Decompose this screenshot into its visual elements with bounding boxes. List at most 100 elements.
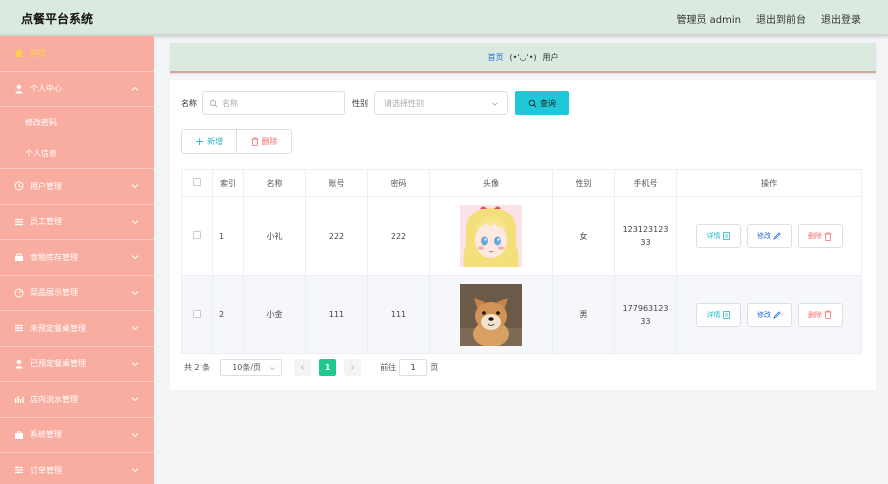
admin-user-link[interactable]: 管理员 admin <box>676 11 741 26</box>
sidebar-item-order-management[interactable]: 订单管理 <box>0 453 154 484</box>
row-checkbox[interactable] <box>193 309 201 318</box>
page-size-value: 10条/页 <box>232 363 262 372</box>
cell-gender: 女 <box>552 196 615 276</box>
sidebar-item-label: 个人中心 <box>30 84 62 94</box>
cell-gender: 男 <box>552 275 615 354</box>
sidebar-item-food-inventory[interactable]: 食物库存管理 <box>0 240 154 276</box>
users-table: 索引 名称 账号 密码 头像 性别 手机号 操作 1 小礼 222 222 女 … <box>181 169 862 354</box>
sidebar-item-unreserved-tables[interactable]: 未预定餐桌管理 <box>0 311 154 347</box>
chevron-down-icon <box>131 468 139 473</box>
back-to-frontend-link[interactable]: 退出到前台 <box>756 11 806 26</box>
table-row: 2 小金 111 111 男 177963123 33 详情 修改 删除 <box>181 275 862 354</box>
add-button[interactable]: + 新增 <box>181 129 237 154</box>
sidebar-item-system-management[interactable]: 系统管理 <box>0 418 154 453</box>
batch-delete-button[interactable]: 删除 <box>237 129 292 154</box>
cell-account: 111 <box>305 275 368 354</box>
detail-button-label: 详情 <box>706 310 721 319</box>
breadcrumb-current: 用户 <box>542 52 559 62</box>
goto-label: 前往 <box>380 363 397 372</box>
batch-delete-label: 删除 <box>261 137 278 146</box>
home-icon <box>14 48 24 58</box>
sidebar-item-dish-display[interactable]: 菜品展示管理 <box>0 276 154 311</box>
breadcrumb-home-link[interactable]: 首页 <box>487 52 503 63</box>
header-index: 索引 <box>212 169 244 197</box>
phone-line: 33 <box>640 316 651 326</box>
chevron-down-icon <box>131 219 139 224</box>
top-links: 管理员 admin 退出到前台 退出登录 <box>676 11 861 26</box>
sidebar-subitem-change-password[interactable]: 修改密码 <box>0 107 154 138</box>
bar-chart-icon <box>14 394 24 404</box>
cell-index: 1 <box>212 196 244 276</box>
list-icon <box>14 217 24 227</box>
chevron-down-icon <box>131 184 139 189</box>
gender-select[interactable]: 请选择性别 <box>374 91 508 115</box>
edit-icon <box>773 232 781 240</box>
sidebar-item-personal-center[interactable]: 个人中心 <box>0 72 154 107</box>
cell-phone: 177963123 33 <box>614 275 677 354</box>
gender-label: 性别 <box>352 98 368 108</box>
page-number-current[interactable]: 1 <box>319 359 337 376</box>
phone-line: 123123123 <box>622 225 669 234</box>
phone-line: 177963123 <box>622 303 669 313</box>
anime-girl-avatar[interactable] <box>460 205 522 267</box>
detail-button[interactable]: 详情 <box>695 224 741 248</box>
query-button[interactable]: 查询 <box>515 91 569 115</box>
edit-button[interactable]: 修改 <box>746 224 792 248</box>
main-panel: 名称 名称 性别 请选择性别 查询 + 新增 删除 索引 名称 账号 密码 头像… <box>170 80 876 390</box>
sidebar-item-label: 菜品展示管理 <box>30 288 78 298</box>
document-icon <box>722 232 730 240</box>
chevron-down-icon <box>131 432 139 437</box>
trash-icon <box>824 232 832 241</box>
next-page-button[interactable] <box>344 359 362 376</box>
row-checkbox[interactable] <box>193 231 201 239</box>
sidebar-item-label: 用户管理 <box>30 181 62 191</box>
query-button-label: 查询 <box>540 98 556 108</box>
sidebar-item-label: 已预定餐桌管理 <box>30 359 86 369</box>
chevron-down-icon <box>131 397 139 402</box>
sidebar-item-reserved-tables[interactable]: 已预定餐桌管理 <box>0 347 154 382</box>
cell-name: 小金 <box>243 275 306 354</box>
delete-button[interactable]: 删除 <box>797 302 843 327</box>
delete-button[interactable]: 删除 <box>797 224 843 248</box>
page-size-select[interactable]: 10条/页 <box>220 359 283 376</box>
top-bar: 点餐平台系统 管理员 admin 退出到前台 退出登录 <box>0 0 888 36</box>
box-icon <box>14 252 24 262</box>
cell-index: 2 <box>212 275 244 354</box>
search-row: 名称 名称 性别 请选择性别 查询 <box>181 91 569 115</box>
breadcrumb: 首页 (•'◡'•) 用户 <box>170 43 876 73</box>
chevron-up-icon <box>131 86 139 91</box>
phone-line: 33 <box>640 238 651 247</box>
detail-button[interactable]: 详情 <box>695 302 741 327</box>
header-password: 密码 <box>367 169 430 197</box>
cell-name: 小礼 <box>243 196 306 276</box>
header-avatar: 头像 <box>429 169 553 197</box>
add-button-label: 新增 <box>207 137 224 146</box>
list-icon <box>14 323 24 333</box>
row-select-cell[interactable] <box>181 196 213 276</box>
search-icon <box>528 99 537 107</box>
shiba-dog-avatar[interactable] <box>460 283 522 346</box>
cell-actions: 详情 修改 删除 <box>676 196 862 276</box>
cell-actions: 详情 修改 删除 <box>676 275 862 354</box>
select-all-cell[interactable] <box>181 169 213 197</box>
header-gender: 性别 <box>552 169 615 197</box>
table-row: 1 小礼 222 222 女 123123123 33 详情 修改 删除 <box>181 196 862 276</box>
pagination-total: 共 2 条 <box>184 363 211 372</box>
chevron-left-icon <box>301 365 305 370</box>
clock-icon <box>14 181 24 191</box>
name-search-input[interactable]: 名称 <box>202 91 345 115</box>
sidebar-item-staff-management[interactable]: 员工管理 <box>0 205 154 240</box>
edit-button[interactable]: 修改 <box>746 302 792 327</box>
chevron-down-icon <box>492 102 498 106</box>
row-select-cell[interactable] <box>181 275 213 354</box>
sidebar-item-label: 食物库存管理 <box>30 252 78 262</box>
select-all-checkbox[interactable] <box>193 178 201 186</box>
sidebar-item-user-management[interactable]: 用户管理 <box>0 169 154 205</box>
goto-page-input[interactable]: 1 <box>399 359 428 376</box>
logout-link[interactable]: 退出登录 <box>821 11 861 26</box>
prev-page-button[interactable] <box>294 359 312 376</box>
sidebar-item-store-flow[interactable]: 店内流水管理 <box>0 382 154 418</box>
sidebar-subitem-personal-info[interactable]: 个人信息 <box>0 138 154 169</box>
edit-button-label: 修改 <box>757 310 771 319</box>
sidebar-item-home[interactable]: 首页 <box>0 36 154 72</box>
